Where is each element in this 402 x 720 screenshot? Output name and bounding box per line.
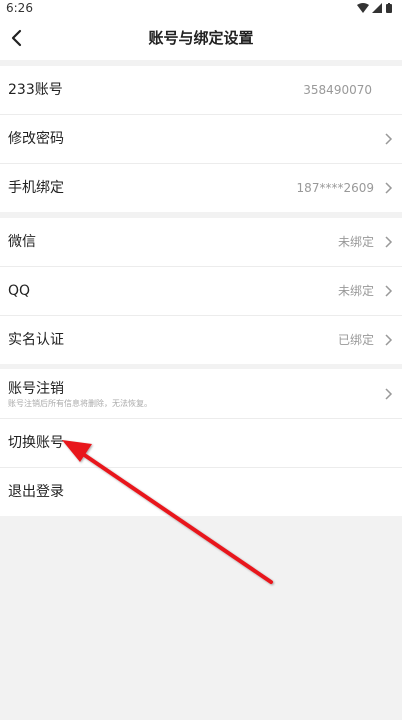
social-group: 微信 未绑定 QQ 未绑定 实名认证 已绑定 — [0, 218, 402, 364]
status-bar: 6:26 — [0, 0, 402, 16]
binding-status: 未绑定 — [337, 284, 374, 298]
status-time: 6:26 — [6, 1, 33, 15]
row-label: QQ — [8, 283, 31, 299]
binding-status: 未绑定 — [337, 235, 374, 249]
chevron-right-icon — [385, 334, 393, 346]
row-subtitle: 账号注销后所有信息将删除，无法恢复。 — [8, 399, 152, 408]
row-real-name[interactable]: 实名认证 已绑定 — [0, 316, 402, 364]
page-title: 账号与绑定设置 — [148, 29, 254, 47]
row-logout[interactable]: 退出登录 — [0, 468, 402, 516]
row-label: 手机绑定 — [8, 180, 64, 196]
wifi-icon — [357, 3, 369, 13]
account-group: 233账号 358490070 修改密码 手机绑定 187****2609 — [0, 66, 402, 212]
chevron-right-icon — [385, 388, 393, 400]
row-phone-binding[interactable]: 手机绑定 187****2609 — [0, 164, 402, 212]
chevron-right-icon — [385, 285, 393, 297]
row-label: 实名认证 — [8, 332, 64, 348]
row-qq[interactable]: QQ 未绑定 — [0, 267, 402, 316]
chevron-right-icon — [385, 133, 393, 145]
row-wechat[interactable]: 微信 未绑定 — [0, 218, 402, 267]
signal-icon — [372, 3, 382, 13]
row-label: 账号注销 — [8, 381, 64, 397]
row-label: 微信 — [8, 234, 36, 250]
row-switch-account[interactable]: 切换账号 — [0, 419, 402, 468]
row-233-account[interactable]: 233账号 358490070 — [0, 66, 402, 115]
row-label: 退出登录 — [8, 484, 64, 500]
app-header: 账号与绑定设置 — [0, 16, 402, 60]
battery-icon — [386, 3, 392, 13]
chevron-right-icon — [385, 236, 393, 248]
account-id-value: 358490070 — [303, 83, 372, 97]
row-change-password[interactable]: 修改密码 — [0, 115, 402, 164]
other-group: 账号注销 账号注销后所有信息将删除，无法恢复。 切换账号 退出登录 — [0, 369, 402, 516]
binding-status: 已绑定 — [337, 333, 374, 347]
row-label: 233账号 — [8, 82, 63, 98]
row-label: 切换账号 — [8, 435, 64, 451]
row-label: 修改密码 — [8, 131, 64, 147]
phone-value: 187****2609 — [296, 181, 374, 195]
chevron-right-icon — [385, 182, 393, 194]
row-cancel-account[interactable]: 账号注销 账号注销后所有信息将删除，无法恢复。 — [0, 369, 402, 419]
status-icons — [356, 2, 396, 14]
